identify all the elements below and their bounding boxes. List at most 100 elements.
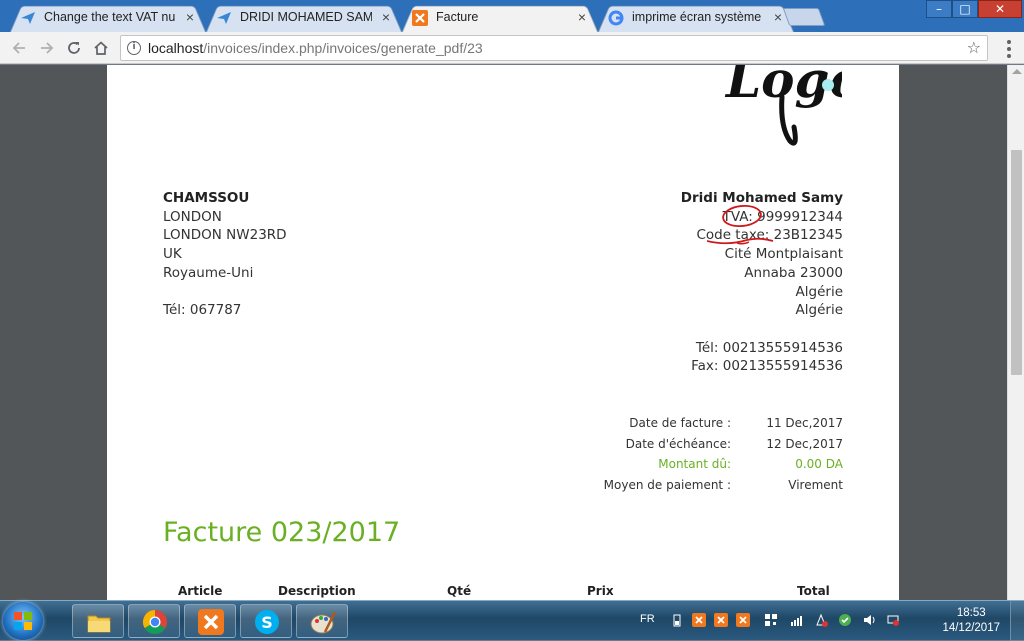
reload-button[interactable] [63,37,85,59]
xampp-icon [412,10,428,26]
url-host: localhost [148,40,204,56]
xampp-tray-icon[interactable] [692,613,706,627]
client-line: UK [163,246,182,263]
paint-icon [310,611,337,634]
meta-row-amount-due: Montant dû: 0.00 DA [543,454,843,475]
back-arrow-icon [12,42,25,54]
forward-arrow-icon [41,42,54,54]
minimize-button[interactable]: – [926,0,952,18]
red-annotation-marks [707,204,774,245]
company-phone: Tél: 00213555914536 [695,339,843,356]
meta-label: Date d'échéance: [625,436,731,451]
taskbar-skype[interactable]: S [240,604,292,638]
tab-facture[interactable]: Facture × [392,2,598,32]
xampp-tray-icon[interactable] [714,613,728,627]
tab-label: Change the text VAT num [44,10,176,24]
invoice-title: Facture 023/2017 [163,517,401,548]
taskbar-paint[interactable] [296,604,348,638]
company-line: Algérie [795,302,843,319]
google-icon [608,10,624,26]
volume-icon[interactable] [862,613,876,627]
battery-icon[interactable] [670,613,684,627]
qr-tray-icon[interactable] [764,613,778,627]
maximize-button[interactable]: □ [952,0,978,18]
home-icon [94,41,108,55]
tab-change-vat[interactable]: Change the text VAT num × [0,2,206,32]
clock[interactable]: 18:53 14/12/2017 [942,606,1000,636]
tab-label: imprime écran système s [632,10,764,24]
xampp-icon [198,609,224,635]
url-text[interactable]: localhost/invoices/index.php/invoices/ge… [148,40,483,56]
meta-label: Montant dû: [658,457,731,471]
address-bar[interactable]: i localhost/invoices/index.php/invoices/… [120,35,988,61]
window-controls: – □ ✕ [926,0,1022,18]
new-tab-button[interactable] [782,8,826,26]
skype-icon: S [255,610,279,634]
security-icon[interactable] [838,613,852,627]
signal-icon[interactable] [790,613,804,627]
close-tab-icon[interactable]: × [186,9,194,25]
blue-arrow-icon [217,12,231,24]
meta-row-due-date: Date d'échéance: 12 Dec,2017 [543,434,843,455]
language-indicator[interactable]: FR [640,613,655,625]
client-name: CHAMSSOU [163,190,250,206]
info-icon[interactable]: i [127,41,141,55]
close-tab-icon[interactable]: × [578,9,586,25]
invoice-page: Logo CHAMSSOU LONDON LONDON NW23RD UK Ro… [107,65,899,600]
client-phone: Tél: 067787 [163,302,242,319]
meta-label: Date de facture : [629,416,731,430]
close-tab-icon[interactable]: × [382,9,390,25]
forward-button[interactable] [36,37,58,59]
meta-value: 0.00 DA [795,457,843,471]
meta-label: Moyen de paiement : [603,477,731,492]
home-button[interactable] [90,37,112,59]
xampp-tray-icon[interactable] [736,613,750,627]
scrollbar-thumb[interactable] [1011,150,1022,375]
tab-label: Facture [436,10,479,24]
vertical-scrollbar[interactable] [1007,65,1024,600]
system-tray: FR 18:53 14/12/2017 [630,601,1024,641]
tab-imprime[interactable]: imprime écran système s × [588,2,794,32]
bookmark-star-icon[interactable]: ☆ [967,38,981,57]
table-header-price: Prix [587,584,614,598]
action-center-icon[interactable] [814,613,828,627]
network-disconnected-icon[interactable] [886,613,900,627]
clock-date: 14/12/2017 [942,622,1000,634]
scroll-up-icon[interactable] [1012,69,1022,74]
back-button[interactable] [8,37,30,59]
table-header-qty: Qté [447,584,472,598]
file-explorer-icon [87,615,111,633]
client-line: LONDON NW23RD [163,227,287,244]
company-logo: Logo [724,65,842,146]
start-button[interactable] [3,602,43,640]
invoice-meta: Date de facture : 11 Dec,2017 Date d'éch… [543,413,843,495]
reload-icon [68,42,80,54]
client-address: CHAMSSOU LONDON LONDON NW23RD UK Royaume… [163,189,287,320]
meta-row-invoice-date: Date de facture : 11 Dec,2017 [543,413,843,434]
meta-value: 12 Dec,2017 [766,436,843,451]
browser-tab-strip: Change the text VAT num × DRIDI MOHAMED … [0,0,1024,32]
table-header-total: Total [797,584,830,598]
tab-label: DRIDI MOHAMED SAMY [240,10,372,24]
blue-arrow-icon [21,12,35,24]
taskbar-chrome[interactable] [128,604,180,638]
tab-dridi[interactable]: DRIDI MOHAMED SAMY × [196,2,402,32]
company-fax: Fax: 00213555914536 [691,358,843,375]
company-line: Algérie [795,283,843,300]
windows-taskbar: S FR 18:53 14/12/2017 [0,600,1024,641]
chrome-icon [142,610,167,635]
windows-logo-icon [14,612,32,630]
close-window-button[interactable]: ✕ [978,0,1022,18]
browser-toolbar: i localhost/invoices/index.php/invoices/… [0,32,1024,64]
url-path: /invoices/index.php/invoices/generate_pd… [203,40,483,56]
close-tab-icon[interactable]: × [774,9,782,25]
browser-menu-icon[interactable] [1001,40,1017,58]
page-viewport: Logo CHAMSSOU LONDON LONDON NW23RD UK Ro… [0,65,1024,600]
taskbar-xampp[interactable] [184,604,236,638]
taskbar-file-explorer[interactable] [72,604,124,638]
table-header-description: Description [278,584,356,598]
table-header-article: Article [178,584,223,598]
clock-time: 18:53 [956,607,986,619]
meta-value: Virement [788,477,843,492]
show-desktop-button[interactable] [1010,601,1024,641]
